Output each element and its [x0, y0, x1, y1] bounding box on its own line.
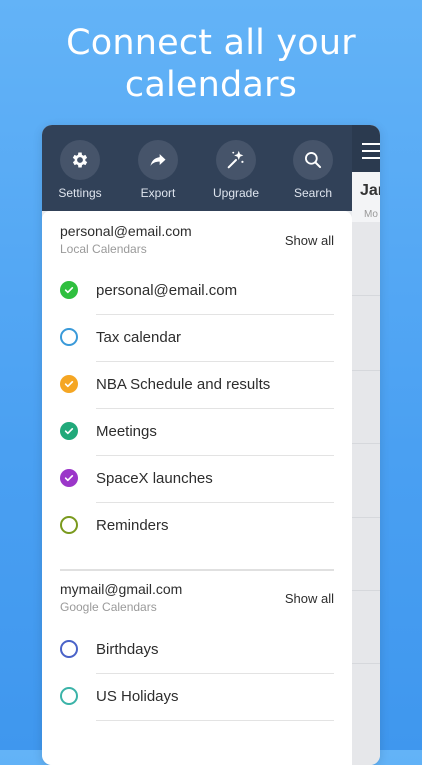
- calendar-name: US Holidays: [96, 688, 179, 705]
- checked-circle-icon[interactable]: [60, 375, 78, 393]
- settings-button[interactable]: Settings: [45, 140, 115, 200]
- settings-label: Settings: [58, 186, 102, 200]
- account-email: personal@email.com: [60, 223, 192, 239]
- section-divider: [60, 569, 334, 571]
- menu-icon[interactable]: [362, 143, 380, 164]
- account-type: Google Calendars: [60, 600, 157, 614]
- export-button[interactable]: Export: [123, 140, 193, 200]
- account-header: personal@email.com Local Calendars: [60, 223, 192, 256]
- search-button[interactable]: Search: [278, 140, 348, 200]
- search-label: Search: [293, 186, 333, 200]
- phone-screen: Jan Mo Settings Export: [42, 125, 380, 765]
- unchecked-circle-icon[interactable]: [60, 328, 78, 346]
- background-calendar: Jan Mo: [352, 125, 380, 765]
- unchecked-circle-icon[interactable]: [60, 516, 78, 534]
- magic-wand-icon: [227, 150, 244, 169]
- calendar-name: NBA Schedule and results: [96, 376, 271, 393]
- calendar-row[interactable]: personal@email.com: [42, 268, 352, 315]
- export-label: Export: [140, 186, 176, 200]
- drawer-toolbar: Settings Export Upgrade Search: [42, 125, 352, 211]
- calendar-list-panel: personal@email.com Local Calendars Show …: [42, 211, 352, 765]
- account-header: mymail@gmail.com Google Calendars: [60, 581, 182, 614]
- checked-circle-icon[interactable]: [60, 422, 78, 440]
- calendar-row[interactable]: SpaceX launches: [42, 456, 352, 503]
- headline-line-1: Connect all your: [66, 23, 356, 63]
- upgrade-button[interactable]: Upgrade: [201, 140, 271, 200]
- search-icon: [305, 152, 322, 169]
- show-all-link[interactable]: Show all: [285, 233, 334, 248]
- calendar-name: Reminders: [96, 517, 169, 534]
- calendar-name: Meetings: [96, 423, 157, 440]
- account-type: Local Calendars: [60, 242, 147, 256]
- calendar-row[interactable]: Reminders: [42, 503, 352, 550]
- headline: Connect all your calendars: [0, 22, 422, 106]
- share-icon: [150, 154, 166, 166]
- background-weekday: Mo: [364, 209, 378, 220]
- calendar-name: personal@email.com: [96, 282, 238, 299]
- upgrade-label: Upgrade: [212, 186, 260, 200]
- background-month: Jan: [360, 182, 380, 199]
- calendar-name: Tax calendar: [96, 329, 182, 346]
- calendar-name: Birthdays: [96, 641, 159, 658]
- calendar-row[interactable]: Tax calendar: [42, 315, 352, 362]
- calendar-row[interactable]: Birthdays: [42, 627, 352, 674]
- account-email: mymail@gmail.com: [60, 581, 183, 597]
- unchecked-circle-icon[interactable]: [60, 640, 78, 658]
- calendar-row[interactable]: Meetings: [42, 409, 352, 456]
- headline-line-2: calendars: [124, 65, 298, 105]
- calendar-name: SpaceX launches: [96, 470, 213, 487]
- calendar-row[interactable]: US Holidays: [42, 674, 352, 721]
- gear-icon: [72, 152, 88, 168]
- unchecked-circle-icon[interactable]: [60, 687, 78, 705]
- show-all-link[interactable]: Show all: [285, 591, 334, 606]
- checked-circle-icon[interactable]: [60, 469, 78, 487]
- checked-circle-icon[interactable]: [60, 281, 78, 299]
- calendar-row[interactable]: NBA Schedule and results: [42, 362, 352, 409]
